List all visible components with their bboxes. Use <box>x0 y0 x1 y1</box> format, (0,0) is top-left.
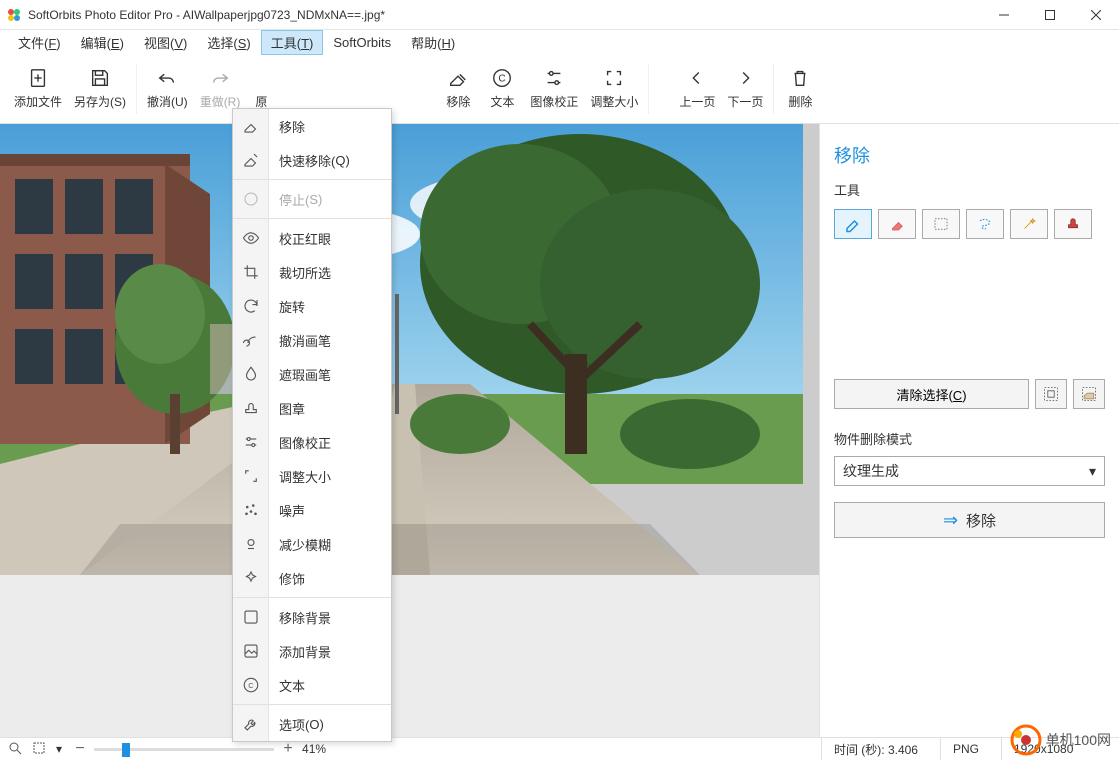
app-logo-icon <box>6 7 22 23</box>
dd-remove-bg[interactable]: 移除背景 <box>269 600 391 634</box>
save-selection-button[interactable] <box>1035 379 1067 409</box>
dd-text[interactable]: 文本 <box>269 668 391 702</box>
text-tool-button[interactable]: C文本 <box>480 63 524 114</box>
mode-label: 物件删除模式 <box>834 429 1105 448</box>
menubar: 文件(F) 编辑(E) 视图(V) 选择(S) 工具(T) SoftOrbits… <box>0 30 1119 54</box>
dd-correction[interactable]: 图像校正 <box>269 425 391 459</box>
maximize-button[interactable] <box>1027 0 1073 30</box>
close-button[interactable] <box>1073 0 1119 30</box>
eye-icon <box>233 221 268 255</box>
dd-concealer[interactable]: 遮瑕画笔 <box>269 357 391 391</box>
canvas-image <box>0 124 803 575</box>
sliders-icon <box>233 425 268 459</box>
statusbar: ▾ − + 41% 时间 (秒): 3.406 PNG 1920x1080 <box>0 737 1119 760</box>
menu-select[interactable]: 选择(S) <box>197 30 260 55</box>
remove-bg-icon <box>233 600 268 634</box>
zoom-out-button[interactable]: − <box>72 740 88 758</box>
prev-page-button[interactable]: 上一页 <box>673 63 721 114</box>
dd-rotate[interactable]: 旋转 <box>269 289 391 323</box>
magic-wand-tool[interactable] <box>1010 209 1048 239</box>
delete-button[interactable]: 删除 <box>778 63 822 114</box>
zoom-value: 41% <box>302 742 326 756</box>
dd-remove[interactable]: 移除 <box>269 109 391 143</box>
stamp-icon <box>233 391 268 425</box>
clear-selection-button[interactable]: 清除选择(C) <box>834 379 1029 409</box>
correction-button[interactable]: 图像校正 <box>524 63 584 114</box>
menu-help[interactable]: 帮助(H) <box>401 30 465 55</box>
status-time: 时间 (秒): 3.406 <box>821 738 930 760</box>
arrow-right-icon: ⇒ <box>943 510 958 531</box>
canvas-area[interactable] <box>0 124 819 737</box>
lasso-tool[interactable] <box>966 209 1004 239</box>
dd-stamp[interactable]: 图章 <box>269 391 391 425</box>
watermark: 单机100网 <box>1010 724 1111 756</box>
drop-icon <box>233 357 268 391</box>
sparkle-icon <box>233 561 268 595</box>
panel-title: 移除 <box>834 142 1105 168</box>
original-button[interactable]: 原 <box>246 63 276 114</box>
remove-action-button[interactable]: ⇒移除 <box>834 502 1105 538</box>
chevron-down-icon: ▾ <box>1089 463 1096 480</box>
dd-crop[interactable]: 裁切所选 <box>269 255 391 289</box>
rotate-icon <box>233 289 268 323</box>
wrench-icon <box>233 707 268 741</box>
side-panel: 移除 工具 清除选择(C) 物件删除模式 纹理生成▾ ⇒移除 <box>819 124 1119 737</box>
dd-add-bg[interactable]: 添加背景 <box>269 634 391 668</box>
minimize-button[interactable] <box>981 0 1027 30</box>
menu-edit[interactable]: 编辑(E) <box>71 30 134 55</box>
status-format: PNG <box>940 738 991 760</box>
next-page-button[interactable]: 下一页 <box>721 63 769 114</box>
menu-tools[interactable]: 工具(T) <box>261 30 324 55</box>
dd-undo-brush[interactable]: 撤消画笔 <box>269 323 391 357</box>
menu-softorbits[interactable]: SoftOrbits <box>323 32 401 53</box>
brush-undo-icon <box>233 323 268 357</box>
resize-button[interactable]: 调整大小 <box>584 63 644 114</box>
mode-select[interactable]: 纹理生成▾ <box>834 456 1105 486</box>
dd-deblur[interactable]: 减少模糊 <box>269 527 391 561</box>
remove-tool-button[interactable]: 移除 <box>436 63 480 114</box>
resize-icon <box>233 459 268 493</box>
watermark-logo-icon <box>1010 724 1042 756</box>
save-as-button[interactable]: 另存为(S) <box>68 63 132 114</box>
crop-icon <box>233 255 268 289</box>
load-selection-button[interactable] <box>1073 379 1105 409</box>
fit-icon[interactable] <box>8 741 22 758</box>
rect-select-tool[interactable] <box>922 209 960 239</box>
eraser-quick-icon <box>233 143 268 177</box>
eraser-tool[interactable] <box>878 209 916 239</box>
zoom-slider[interactable] <box>94 748 274 751</box>
dd-noise[interactable]: 噪声 <box>269 493 391 527</box>
toolbar: 添加文件 另存为(S) 撤消(U) 重做(R) 原 移除 C文本 图像校正 调整… <box>0 54 1119 124</box>
svg-text:C: C <box>499 74 506 85</box>
svg-text:C: C <box>248 681 254 690</box>
titlebar: SoftOrbits Photo Editor Pro - AIWallpape… <box>0 0 1119 30</box>
noise-icon <box>233 493 268 527</box>
stamp-tool[interactable] <box>1054 209 1092 239</box>
undo-button[interactable]: 撤消(U) <box>141 63 194 114</box>
eraser-icon <box>233 109 268 143</box>
stop-icon <box>233 182 268 216</box>
marker-tool[interactable] <box>834 209 872 239</box>
tools-dropdown: C 移除 快速移除(Q) 停止(S) 校正红眼 裁切所选 旋转 撤消画笔 遮瑕画… <box>232 108 392 742</box>
dd-quick-remove[interactable]: 快速移除(Q) <box>269 143 391 177</box>
zoom-in-button[interactable]: + <box>280 740 296 758</box>
actual-size-icon[interactable] <box>32 741 46 758</box>
dd-stop: 停止(S) <box>269 182 391 216</box>
redo-button[interactable]: 重做(R) <box>194 63 247 114</box>
dd-resize[interactable]: 调整大小 <box>269 459 391 493</box>
add-file-button[interactable]: 添加文件 <box>8 63 68 114</box>
deblur-icon <box>233 527 268 561</box>
add-bg-icon <box>233 634 268 668</box>
dd-redeye[interactable]: 校正红眼 <box>269 221 391 255</box>
menu-file[interactable]: 文件(F) <box>8 30 71 55</box>
dd-options[interactable]: 选项(O) <box>269 707 391 741</box>
dd-retouch[interactable]: 修饰 <box>269 561 391 595</box>
tools-label: 工具 <box>834 180 1105 199</box>
text-circle-icon: C <box>233 668 268 702</box>
window-title: SoftOrbits Photo Editor Pro - AIWallpape… <box>28 8 981 22</box>
menu-view[interactable]: 视图(V) <box>134 30 197 55</box>
